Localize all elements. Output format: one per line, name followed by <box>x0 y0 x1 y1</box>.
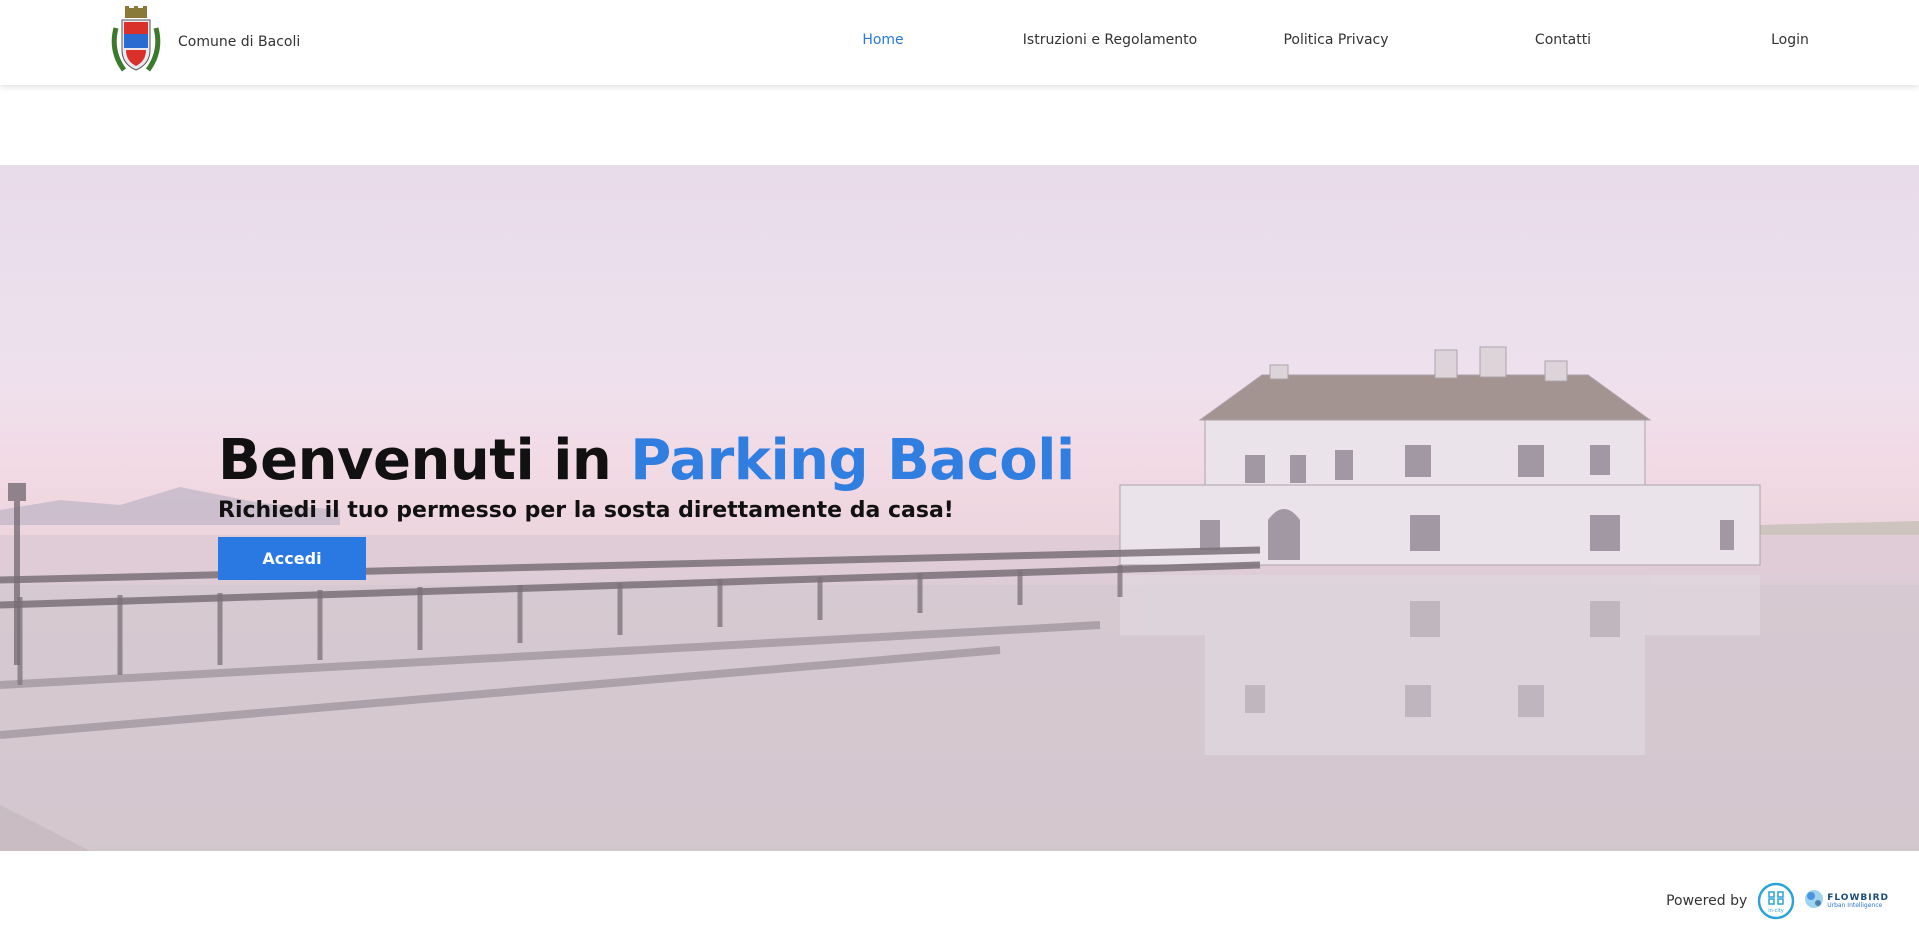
nav-contatti[interactable]: Contatti <box>1535 32 1591 48</box>
nav-istruzioni[interactable]: Istruzioni e Regolamento <box>1023 32 1197 48</box>
nav-home[interactable]: Home <box>862 32 903 48</box>
hero-title: Benvenuti in Parking Bacoli <box>218 430 1075 492</box>
site-header: Comune di Bacoli Home Istruzioni e Regol… <box>0 0 1919 85</box>
flowbird-bird-icon <box>1805 890 1824 908</box>
powered-by-label: Powered by <box>1666 893 1748 909</box>
nav-privacy[interactable]: Politica Privacy <box>1283 32 1388 48</box>
flowbird-logo[interactable]: FLOWBIRD Urban Intelligence <box>1803 884 1889 918</box>
flowbird-tagline: Urban Intelligence <box>1827 901 1883 909</box>
in-city-label: in-city <box>1769 908 1784 914</box>
hero-subtitle: Richiedi il tuo permesso per la sosta di… <box>218 497 954 523</box>
hero-content: Benvenuti in Parking Bacoli Richiedi il … <box>218 430 1075 580</box>
main-nav: Home Istruzioni e Regolamento Politica P… <box>0 0 1919 82</box>
in-city-logo-icon[interactable]: in-city <box>1757 882 1795 920</box>
hero-title-prefix: Benvenuti in <box>218 428 631 493</box>
hero-banner: Benvenuti in Parking Bacoli Richiedi il … <box>0 165 1919 851</box>
hero-title-accent: Parking Bacoli <box>630 428 1075 493</box>
site-footer: Powered by in-city FLOWBIRD Urban Intell… <box>1666 878 1889 924</box>
nav-login[interactable]: Login <box>1771 32 1809 48</box>
accedi-button[interactable]: Accedi <box>218 536 366 580</box>
